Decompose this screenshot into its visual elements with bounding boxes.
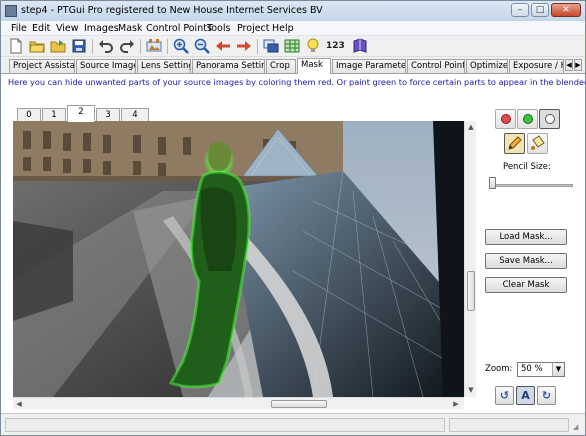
- toolbar-separator: [257, 39, 258, 54]
- app-icon: [5, 5, 17, 17]
- app-window: step4 - PTGui Pro registered to New Hous…: [0, 0, 586, 436]
- vertical-scrollbar[interactable]: ▲ ▼: [464, 121, 476, 397]
- menu-file[interactable]: File: [11, 23, 27, 34]
- menu-images[interactable]: Images: [84, 23, 119, 34]
- lightbulb-icon[interactable]: [305, 38, 321, 54]
- image-tab-2[interactable]: 2: [67, 105, 95, 122]
- red-dot-icon: [501, 114, 511, 124]
- detail-viewer-icon[interactable]: [263, 38, 279, 54]
- zoom-label: Zoom:: [485, 364, 513, 374]
- tab-image-parameters[interactable]: Image Parameters: [332, 59, 406, 73]
- panorama-editor-icon[interactable]: [146, 38, 162, 54]
- horizontal-scrollbar[interactable]: ◀ ▶: [13, 397, 464, 409]
- menu-bar: File Edit View Images Mask Control Point…: [1, 21, 585, 36]
- menu-control-points[interactable]: Control Points: [146, 23, 212, 34]
- scroll-left-arrow-icon[interactable]: ◀: [14, 399, 24, 409]
- tab-exposure[interactable]: Exposure / H: [509, 59, 564, 73]
- new-file-icon[interactable]: [8, 38, 24, 54]
- horizontal-scroll-thumb[interactable]: [271, 400, 327, 408]
- tab-project-assistant[interactable]: Project Assistant: [9, 59, 75, 73]
- zoom-in-icon[interactable]: [173, 38, 189, 54]
- toolbar: 123: [1, 36, 585, 57]
- load-mask-button[interactable]: Load Mask...: [485, 229, 567, 245]
- menu-project[interactable]: Project: [237, 23, 270, 34]
- scroll-up-arrow-icon[interactable]: ▲: [466, 122, 476, 132]
- image-tab-3[interactable]: 3: [96, 108, 120, 122]
- window-title: step4 - PTGui Pro registered to New Hous…: [21, 5, 323, 16]
- open-recent-icon[interactable]: [50, 38, 66, 54]
- paint-bucket-icon: [530, 135, 545, 150]
- tab-control-points[interactable]: Control Points: [407, 59, 465, 73]
- mask-instructions: Here you can hide unwanted parts of your…: [8, 77, 586, 87]
- tab-crop[interactable]: Crop: [266, 59, 296, 73]
- toolbar-separator: [140, 39, 141, 54]
- menu-view[interactable]: View: [56, 23, 79, 34]
- scroll-down-arrow-icon[interactable]: ▼: [466, 385, 476, 395]
- rotate-right-icon: ↻: [541, 389, 552, 402]
- title-bar: step4 - PTGui Pro registered to New Hous…: [1, 1, 585, 21]
- tab-lens-settings[interactable]: Lens Settings: [137, 59, 191, 73]
- clear-mask-button[interactable]: Clear Mask: [485, 277, 567, 293]
- save-mask-button[interactable]: Save Mask...: [485, 253, 567, 269]
- image-tab-4[interactable]: 4: [121, 108, 149, 122]
- zoom-select[interactable]: 50 % ▼: [517, 362, 565, 377]
- vertical-scroll-thumb[interactable]: [467, 271, 475, 311]
- save-icon[interactable]: [71, 38, 87, 54]
- pencil-icon: [508, 136, 522, 150]
- numbers-icon[interactable]: 123: [326, 38, 346, 54]
- menu-tools[interactable]: Tools: [207, 23, 230, 34]
- green-dot-icon: [523, 114, 533, 124]
- pencil-size-slider-track[interactable]: [489, 184, 573, 187]
- table-editor-icon[interactable]: [284, 38, 300, 54]
- auto-label: A: [521, 389, 530, 402]
- fill-tool-button[interactable]: [527, 133, 548, 154]
- green-paint-button[interactable]: [517, 109, 538, 129]
- help-book-icon[interactable]: [352, 38, 368, 54]
- redo-icon[interactable]: [119, 38, 135, 54]
- status-cell-main: [5, 418, 445, 432]
- tab-scroll-left-button[interactable]: ◀: [565, 59, 573, 71]
- open-folder-icon[interactable]: [29, 38, 45, 54]
- toolbar-separator: [167, 39, 168, 54]
- minimize-button[interactable]: –: [511, 3, 529, 17]
- paint-color-selector: [495, 109, 561, 129]
- menu-edit[interactable]: Edit: [32, 23, 50, 34]
- next-image-icon[interactable]: [236, 38, 252, 54]
- rotate-left-button[interactable]: ↺: [495, 386, 514, 405]
- close-button[interactable]: ✕: [551, 3, 581, 17]
- menu-mask[interactable]: Mask: [118, 23, 142, 34]
- tab-scroll-right-button[interactable]: ▶: [574, 59, 582, 71]
- mask-tools-sidebar: Pencil Size: Load Mask... Save Mask... C…: [477, 105, 585, 413]
- tab-optimizer[interactable]: Optimizer: [466, 59, 508, 73]
- zoom-value: 50 %: [521, 364, 543, 374]
- erase-paint-button[interactable]: [539, 109, 560, 129]
- tab-source-images[interactable]: Source Images: [76, 59, 136, 73]
- auto-button[interactable]: A: [516, 386, 535, 405]
- rotate-right-button[interactable]: ↻: [537, 386, 556, 405]
- zoom-out-icon[interactable]: [194, 38, 210, 54]
- mask-image-canvas[interactable]: [13, 121, 464, 397]
- clear-dot-icon: [545, 114, 555, 124]
- rotate-left-icon: ↺: [499, 389, 510, 402]
- main-tab-bar: Project Assistant Source Images Lens Set…: [1, 58, 585, 74]
- resize-grip-icon[interactable]: ◢: [573, 422, 583, 432]
- source-image: [13, 121, 464, 397]
- previous-image-icon[interactable]: [215, 38, 231, 54]
- undo-icon[interactable]: [98, 38, 114, 54]
- status-cell-secondary: [449, 418, 569, 432]
- scroll-right-arrow-icon[interactable]: ▶: [451, 399, 461, 409]
- tab-mask[interactable]: Mask: [297, 58, 331, 74]
- red-paint-button[interactable]: [495, 109, 516, 129]
- pencil-size-label: Pencil Size:: [503, 162, 551, 172]
- toolbar-separator: [92, 39, 93, 54]
- tab-panorama-settings[interactable]: Panorama Settings: [192, 59, 265, 73]
- menu-help[interactable]: Help: [272, 23, 294, 34]
- image-tab-1[interactable]: 1: [42, 108, 66, 122]
- maximize-button[interactable]: □: [531, 3, 549, 17]
- status-bar: ◢: [1, 413, 585, 435]
- pencil-tool-button[interactable]: [504, 133, 525, 154]
- pencil-size-slider-thumb[interactable]: [489, 177, 496, 189]
- image-tab-0[interactable]: 0: [17, 108, 41, 122]
- chevron-down-icon: ▼: [552, 363, 564, 376]
